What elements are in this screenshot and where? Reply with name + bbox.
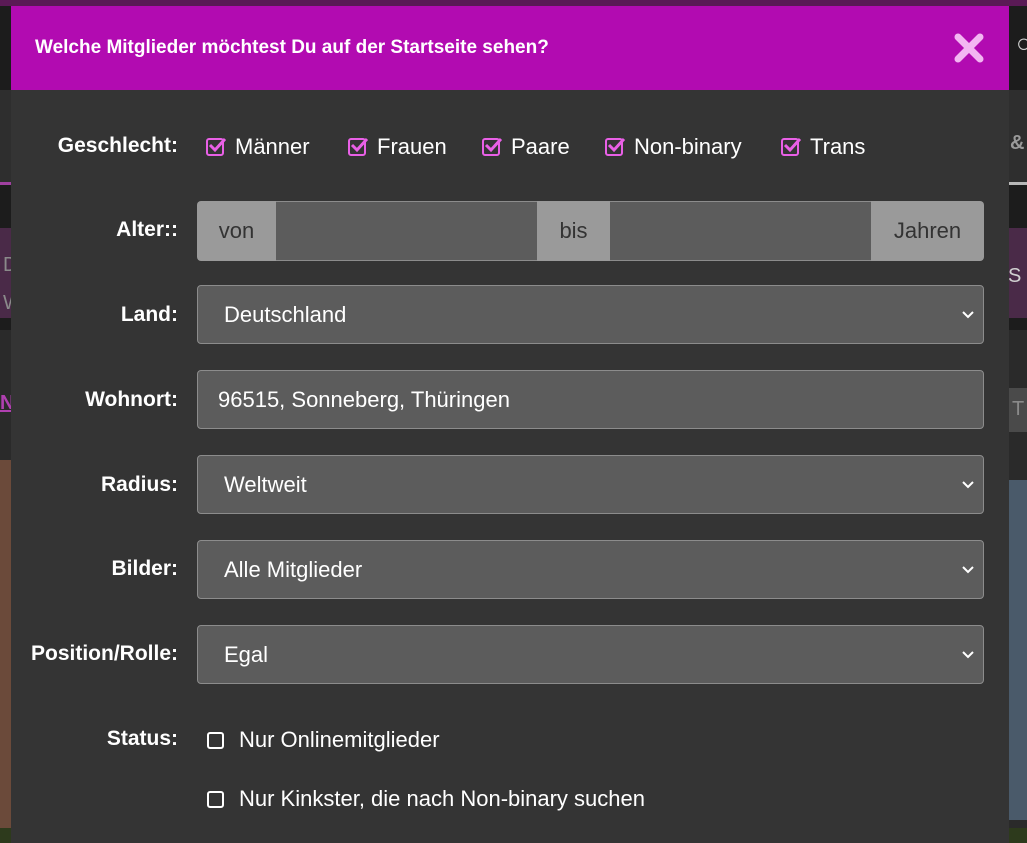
residence-input[interactable]: 96515, Sonneberg, Thüringen xyxy=(197,370,984,429)
background-divider-left xyxy=(0,182,11,185)
checkbox-unchecked-icon xyxy=(207,790,224,808)
background-text: S xyxy=(1008,265,1022,287)
residence-label: Wohnort: xyxy=(85,388,178,411)
pictures-selected-value: Alle Mitglieder xyxy=(224,557,363,582)
age-range: von bis Jahren xyxy=(197,201,984,261)
radius-select[interactable]: Weltweit xyxy=(197,455,984,514)
radius-selected-value: Weltweit xyxy=(224,472,307,497)
position-label: Position/Rolle: xyxy=(31,642,178,665)
chevron-down-icon xyxy=(962,566,974,574)
background-divider xyxy=(1009,182,1027,185)
status-checkbox-kinkster[interactable]: Nur Kinkster, die nach Non-binary suchen xyxy=(207,786,645,812)
gender-option-label: Non-binary xyxy=(634,134,742,159)
checkbox-checked-icon xyxy=(206,137,227,156)
gender-option-label: Trans xyxy=(810,134,866,159)
status-option-label: Nur Kinkster, die nach Non-binary suchen xyxy=(239,786,645,811)
background-text: T xyxy=(1012,398,1025,420)
checkbox-checked-icon xyxy=(605,137,626,156)
chevron-down-icon xyxy=(962,651,974,659)
background-text: & xyxy=(1010,132,1025,154)
gender-option-label: Männer xyxy=(235,134,310,159)
position-select[interactable]: Egal xyxy=(197,625,984,684)
checkbox-checked-icon xyxy=(348,137,369,156)
gender-option-label: Frauen xyxy=(377,134,447,159)
chevron-down-icon xyxy=(962,481,974,489)
status-option-label: Nur Onlinemitglieder xyxy=(239,727,440,752)
status-label: Status: xyxy=(106,727,178,750)
age-from-input[interactable] xyxy=(276,201,537,261)
gender-checkbox-trans[interactable]: Trans xyxy=(781,134,865,160)
gender-checkbox-women[interactable]: Frauen xyxy=(348,134,447,160)
position-selected-value: Egal xyxy=(224,642,269,667)
filter-dialog: Welche Mitglieder möchtest Du auf der St… xyxy=(11,6,1009,843)
age-from-addon: von xyxy=(197,201,276,261)
gender-label: Geschlecht: xyxy=(57,134,178,157)
status-checkbox-online[interactable]: Nur Onlinemitglieder xyxy=(207,727,440,753)
checkbox-unchecked-icon xyxy=(207,731,224,749)
gender-checkbox-nonbinary[interactable]: Non-binary xyxy=(605,134,742,160)
country-select[interactable]: Deutschland xyxy=(197,285,984,344)
age-to-input[interactable] xyxy=(610,201,871,261)
residence-value: 96515, Sonneberg, Thüringen xyxy=(218,387,510,412)
age-to-addon: bis xyxy=(537,201,610,261)
pictures-label: Bilder: xyxy=(111,557,178,580)
dialog-title: Welche Mitglieder möchtest Du auf der St… xyxy=(35,37,549,58)
close-icon xyxy=(954,33,984,63)
checkbox-checked-icon xyxy=(482,137,503,156)
chevron-down-icon xyxy=(962,311,974,319)
gender-checkbox-men[interactable]: Männer xyxy=(206,134,310,160)
country-label: Land: xyxy=(120,303,178,326)
background-search-icon: ○ xyxy=(1016,28,1027,58)
checkbox-checked-icon xyxy=(781,137,802,156)
background-photo-left xyxy=(0,460,11,830)
pictures-select[interactable]: Alle Mitglieder xyxy=(197,540,984,599)
age-unit-addon: Jahren xyxy=(871,201,984,261)
age-label: Alter:: xyxy=(116,218,178,241)
background-photo-right xyxy=(1009,480,1027,820)
radius-label: Radius: xyxy=(100,473,178,496)
dialog-header: Welche Mitglieder möchtest Du auf der St… xyxy=(11,6,1009,90)
gender-option-label: Paare xyxy=(511,134,570,159)
country-selected-value: Deutschland xyxy=(224,302,347,327)
close-button[interactable] xyxy=(951,30,987,66)
gender-checkbox-couples[interactable]: Paare xyxy=(482,134,570,160)
